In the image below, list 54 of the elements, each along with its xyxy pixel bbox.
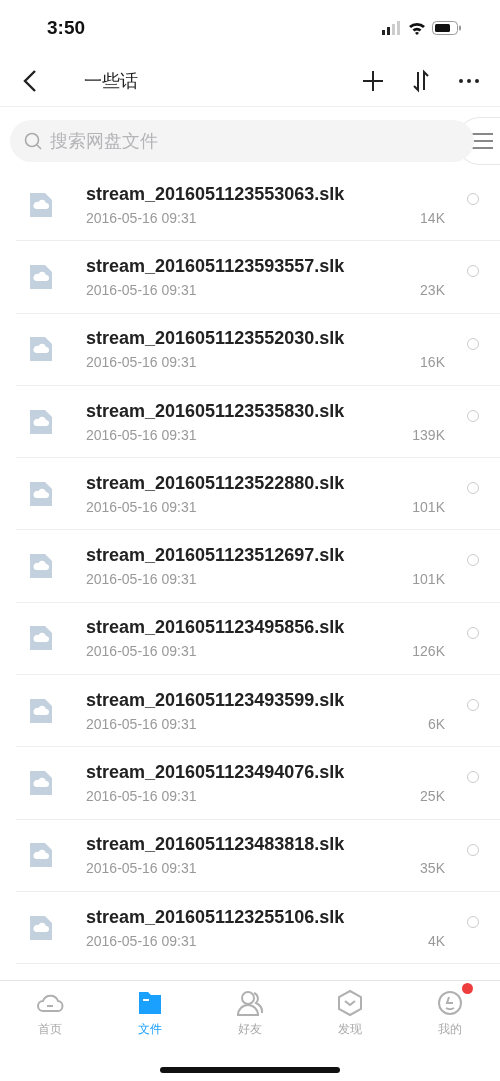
file-date: 2016-05-16 09:31	[86, 643, 197, 660]
file-size: 14K	[420, 209, 445, 226]
hexagon-icon	[335, 989, 365, 1017]
file-size: 25K	[420, 788, 445, 804]
file-icon	[30, 481, 52, 506]
file-name[interactable]: stream_2016051123495856.slk	[86, 617, 445, 639]
file-icon	[30, 698, 52, 723]
file-name[interactable]: stream_2016051123593557.slk	[86, 255, 445, 277]
file-icon	[30, 337, 52, 362]
signal-icon	[382, 20, 402, 35]
file-icon	[30, 264, 52, 289]
file-date: 2016-05-16 09:31	[86, 426, 197, 443]
file-size: 23K	[420, 281, 445, 298]
file-icon	[30, 915, 52, 940]
file-name[interactable]: stream_2016051123494076.slk	[86, 762, 445, 783]
file-size: 139K	[412, 426, 445, 443]
file-icon	[30, 192, 52, 217]
file-size: 6K	[427, 715, 445, 732]
file-name[interactable]: stream_2016051123483818.slk	[86, 834, 445, 856]
file-size: 126K	[412, 643, 445, 660]
file-name[interactable]: stream_2016051123552030.slk	[86, 328, 445, 350]
file-size: 101K	[412, 498, 445, 515]
file-date: 2016-05-16 09:31	[86, 571, 197, 588]
wifi-icon	[408, 20, 426, 35]
file-name[interactable]: stream_2016051123522880.slk	[86, 472, 445, 494]
search-field[interactable]: 搜索网盘文件	[10, 120, 474, 162]
file-date: 2016-05-16 09:31	[86, 498, 197, 515]
file-icon	[30, 626, 52, 651]
file-date: 2016-05-16 09:31	[86, 281, 197, 298]
file-icon	[30, 409, 52, 434]
file-size: 35K	[420, 860, 445, 877]
file-icon	[30, 771, 52, 795]
file-name[interactable]: stream_2016051123255106.slk	[86, 906, 445, 928]
file-name[interactable]: stream_2016051123553063.slk	[86, 183, 445, 205]
file-date: 2016-05-16 09:31	[86, 788, 197, 804]
menu-icon	[470, 133, 493, 149]
file-date: 2016-05-16 09:31	[86, 860, 197, 877]
file-name[interactable]: stream_2016051123493599.slk	[86, 689, 445, 711]
file-date: 2016-05-16 09:31	[86, 932, 197, 949]
file-size: 4K	[427, 932, 445, 949]
file-name[interactable]: stream_2016051123535830.slk	[86, 400, 445, 422]
file-size: 101K	[412, 571, 445, 588]
file-date: 2016-05-16 09:31	[86, 209, 197, 226]
folder-title: 一些话	[84, 69, 139, 93]
file-size: 16K	[420, 354, 445, 371]
file-date: 2016-05-16 09:31	[86, 354, 197, 371]
file-date: 2016-05-16 09:31	[86, 715, 197, 732]
status-time: 3:50	[47, 16, 86, 39]
face-icon	[435, 989, 465, 1017]
battery-icon	[432, 20, 462, 35]
file-icon	[30, 554, 52, 579]
file-icon	[30, 843, 52, 868]
people-icon	[235, 989, 265, 1017]
file-name[interactable]: stream_2016051123512697.slk	[86, 545, 445, 567]
